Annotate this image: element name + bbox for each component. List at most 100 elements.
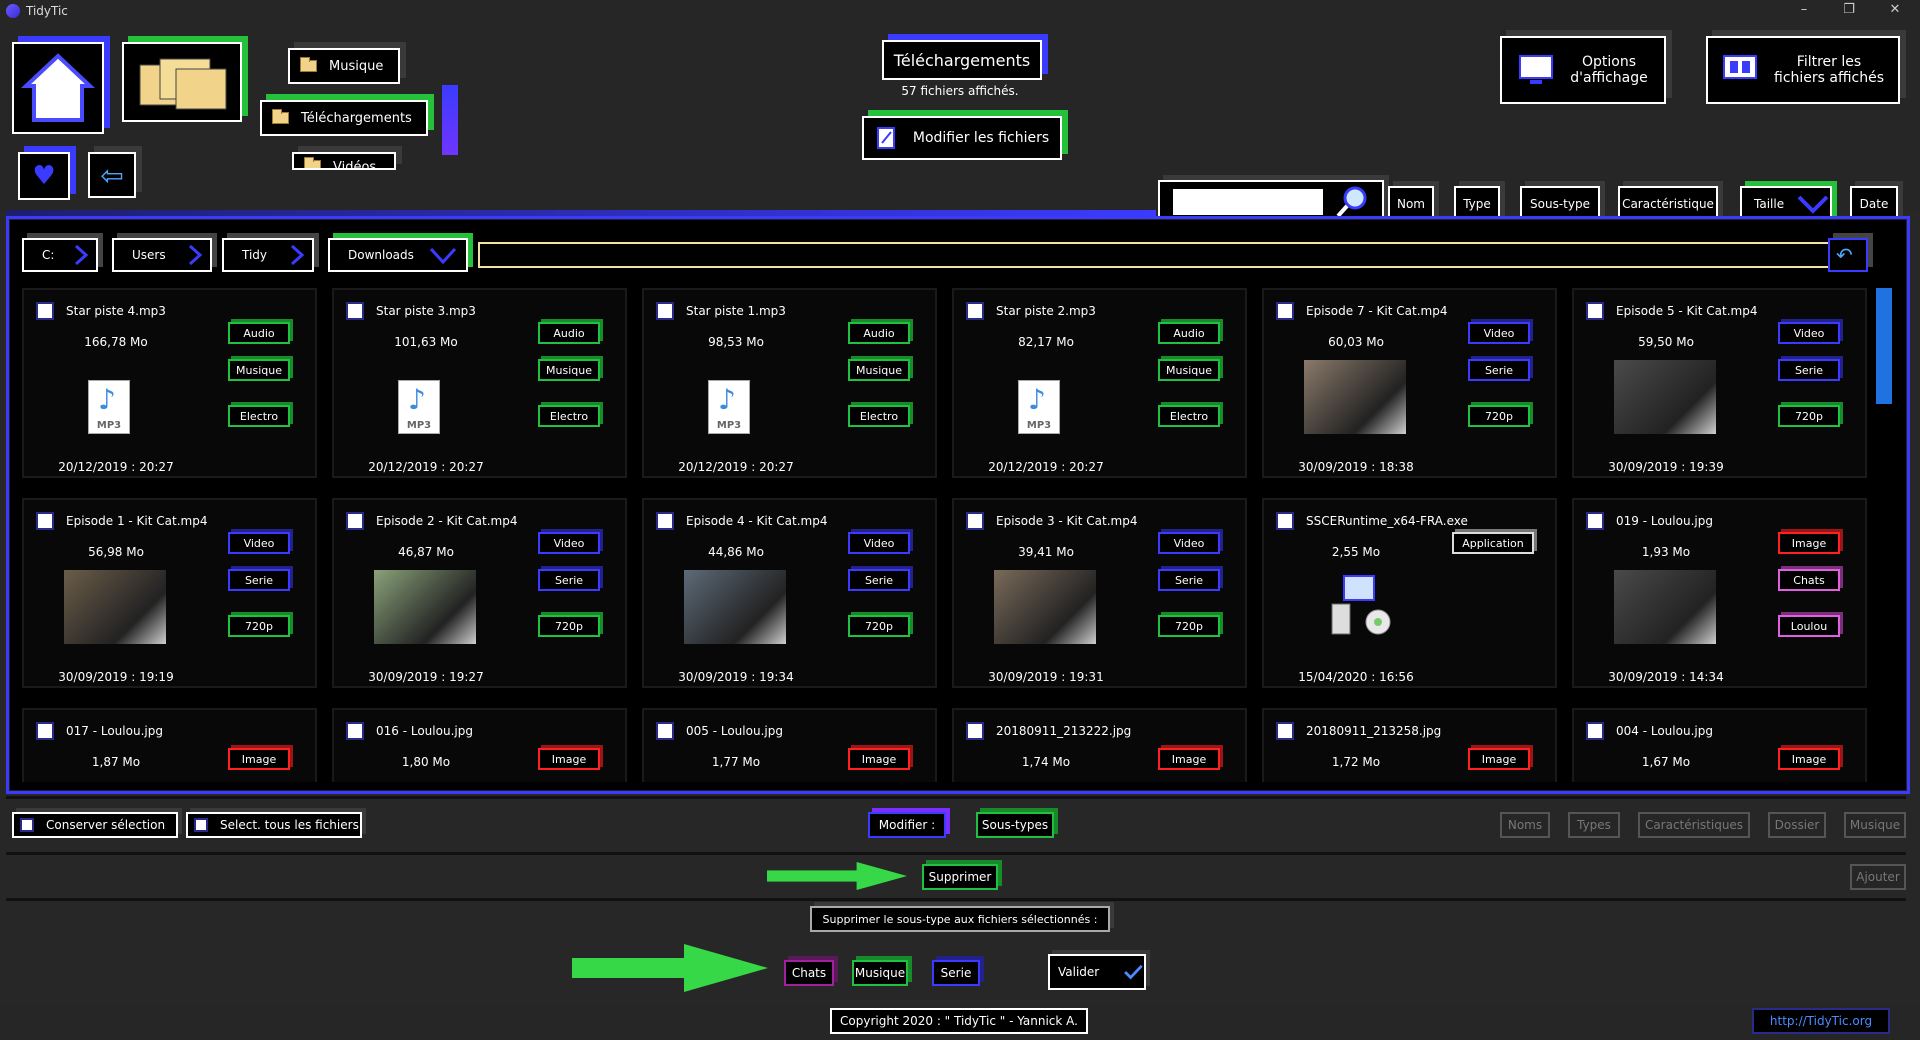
file-card[interactable]: 017 - Loulou.jpg 1,87 Mo Image xyxy=(22,708,317,782)
file-tag[interactable]: Image xyxy=(228,748,290,770)
undo-button[interactable]: ↶ xyxy=(1828,238,1868,272)
file-tag[interactable]: Image xyxy=(848,748,910,770)
file-checkbox[interactable] xyxy=(656,722,674,740)
file-card[interactable]: Episode 4 - Kit Cat.mp4 44,86 Mo 30/09/201… xyxy=(642,498,937,688)
file-tag[interactable]: 720p xyxy=(1468,405,1530,427)
file-card[interactable]: SSCERuntime_x64-FRA.exe 2,55 Mo 15/04/2020… xyxy=(1262,498,1557,688)
file-checkbox[interactable] xyxy=(656,512,674,530)
file-checkbox[interactable] xyxy=(656,302,674,320)
characteristics-button[interactable]: Caractéristiques xyxy=(1638,812,1750,838)
file-checkbox[interactable] xyxy=(966,302,984,320)
minimize-button[interactable]: – xyxy=(1789,2,1819,17)
maximize-button[interactable]: ❐ xyxy=(1834,2,1864,17)
file-tag[interactable]: Loulou xyxy=(1778,615,1840,637)
breadcrumb-item[interactable]: Downloads xyxy=(328,238,468,272)
file-tag[interactable]: Image xyxy=(1468,748,1530,770)
file-tag[interactable]: Image xyxy=(1778,532,1840,554)
file-checkbox[interactable] xyxy=(36,512,54,530)
file-card[interactable]: 20180911_213222.jpg 1,74 Mo Image xyxy=(952,708,1247,782)
file-card[interactable]: Episode 5 - Kit Cat.mp4 59,50 Mo 30/09/201… xyxy=(1572,288,1867,478)
keep-selection-button[interactable]: Conserver sélection xyxy=(12,812,178,838)
file-tag[interactable]: Musique xyxy=(1158,359,1220,381)
file-tag[interactable]: Musique xyxy=(228,359,290,381)
file-tag[interactable]: Video xyxy=(848,532,910,554)
file-card[interactable]: 019 - Loulou.jpg 1,93 Mo 30/09/2019 : 14:3… xyxy=(1572,498,1867,688)
filter-files-button[interactable]: Filtrer les fichiers affichés xyxy=(1706,36,1900,104)
file-checkbox[interactable] xyxy=(346,722,364,740)
file-tag[interactable]: 720p xyxy=(228,615,290,637)
favorites-button[interactable]: ♥ xyxy=(18,152,70,200)
file-tag[interactable]: Electro xyxy=(538,405,600,427)
subtype-chats-button[interactable]: Chats xyxy=(784,960,834,986)
file-card[interactable]: 005 - Loulou.jpg 1,77 Mo Image xyxy=(642,708,937,782)
file-card[interactable]: Episode 3 - Kit Cat.mp4 39,41 Mo 30/09/201… xyxy=(952,498,1247,688)
file-card[interactable]: 004 - Loulou.jpg 1,67 Mo Image xyxy=(1572,708,1867,782)
types-button[interactable]: Types xyxy=(1568,812,1620,838)
quick-access-telechargements[interactable]: Téléchargements xyxy=(260,100,428,136)
file-tag[interactable]: Image xyxy=(1778,748,1840,770)
file-card[interactable]: Star piste 2.mp3 82,17 Mo 20/12/2019 : 20:… xyxy=(952,288,1247,478)
file-tag[interactable]: Image xyxy=(1158,748,1220,770)
subtype-serie-button[interactable]: Serie xyxy=(932,960,980,986)
file-tag[interactable]: Video xyxy=(1158,532,1220,554)
file-checkbox[interactable] xyxy=(36,722,54,740)
file-card[interactable]: Episode 7 - Kit Cat.mp4 60,03 Mo 30/09/201… xyxy=(1262,288,1557,478)
file-tag[interactable]: 720p xyxy=(848,615,910,637)
search-icon[interactable] xyxy=(1335,185,1369,219)
add-button[interactable]: Ajouter xyxy=(1850,864,1906,890)
file-card[interactable]: Star piste 1.mp3 98,53 Mo 20/12/2019 : 20:… xyxy=(642,288,937,478)
quick-access-musique[interactable]: Musique xyxy=(288,48,400,84)
folder-button[interactable]: Dossier xyxy=(1768,812,1826,838)
breadcrumb-item[interactable]: Users xyxy=(112,238,212,272)
names-button[interactable]: Noms xyxy=(1500,812,1550,838)
validate-button[interactable]: Valider xyxy=(1048,954,1146,990)
path-input[interactable] xyxy=(478,242,1833,268)
display-options-button[interactable]: Options d'affichage xyxy=(1500,36,1666,104)
file-card[interactable]: Episode 2 - Kit Cat.mp4 46,87 Mo 30/09/201… xyxy=(332,498,627,688)
file-tag[interactable]: 720p xyxy=(538,615,600,637)
file-tag[interactable]: Audio xyxy=(1158,322,1220,344)
file-tag[interactable]: Audio xyxy=(228,322,290,344)
file-checkbox[interactable] xyxy=(346,302,364,320)
file-tag[interactable]: Video xyxy=(1778,322,1840,344)
file-tag[interactable]: Audio xyxy=(848,322,910,344)
file-checkbox[interactable] xyxy=(1276,512,1294,530)
file-tag[interactable]: Serie xyxy=(538,569,600,591)
file-checkbox[interactable] xyxy=(346,512,364,530)
file-tag[interactable]: 720p xyxy=(1158,615,1220,637)
file-card[interactable]: 20180911_213258.jpg 1,72 Mo Image xyxy=(1262,708,1557,782)
website-link[interactable]: http://TidyTic.org xyxy=(1752,1008,1890,1034)
file-tag[interactable]: Video xyxy=(228,532,290,554)
file-tag[interactable]: Image xyxy=(538,748,600,770)
file-tag[interactable]: Video xyxy=(538,532,600,554)
breadcrumb-item[interactable]: C: xyxy=(22,238,98,272)
file-checkbox[interactable] xyxy=(1586,302,1604,320)
file-tag[interactable]: Electro xyxy=(1158,405,1220,427)
file-card[interactable]: 016 - Loulou.jpg 1,80 Mo Image xyxy=(332,708,627,782)
select-all-button[interactable]: Select. tous les fichiers xyxy=(186,812,362,838)
file-checkbox[interactable] xyxy=(36,302,54,320)
back-button[interactable]: ⇦ xyxy=(88,152,136,198)
quick-access-videos[interactable]: Vidéos xyxy=(292,152,396,170)
file-tag[interactable]: Video xyxy=(1468,322,1530,344)
subtypes-button[interactable]: Sous-types xyxy=(976,812,1054,838)
file-tag[interactable]: Serie xyxy=(1778,359,1840,381)
file-card[interactable]: Star piste 4.mp3 166,78 Mo 20/12/2019 : 20… xyxy=(22,288,317,478)
file-tag[interactable]: Serie xyxy=(228,569,290,591)
file-card[interactable]: Episode 1 - Kit Cat.mp4 56,98 Mo 30/09/201… xyxy=(22,498,317,688)
file-checkbox[interactable] xyxy=(1276,302,1294,320)
file-tag[interactable]: Serie xyxy=(848,569,910,591)
subtype-musique-button[interactable]: Musique xyxy=(852,960,908,986)
modify-files-button[interactable]: Modifier les fichiers xyxy=(862,116,1062,160)
file-checkbox[interactable] xyxy=(1586,512,1604,530)
delete-button[interactable]: Supprimer xyxy=(922,864,998,890)
file-tag[interactable]: Application xyxy=(1452,532,1534,554)
file-tag[interactable]: Chats xyxy=(1778,569,1840,591)
explorer-button[interactable] xyxy=(122,42,242,122)
file-tag[interactable]: 720p xyxy=(1778,405,1840,427)
home-button[interactable] xyxy=(12,42,104,134)
file-panel-scrollbar[interactable] xyxy=(1876,288,1892,404)
file-tag[interactable]: Musique xyxy=(848,359,910,381)
file-checkbox[interactable] xyxy=(966,722,984,740)
breadcrumb-item[interactable]: Tidy xyxy=(222,238,314,272)
